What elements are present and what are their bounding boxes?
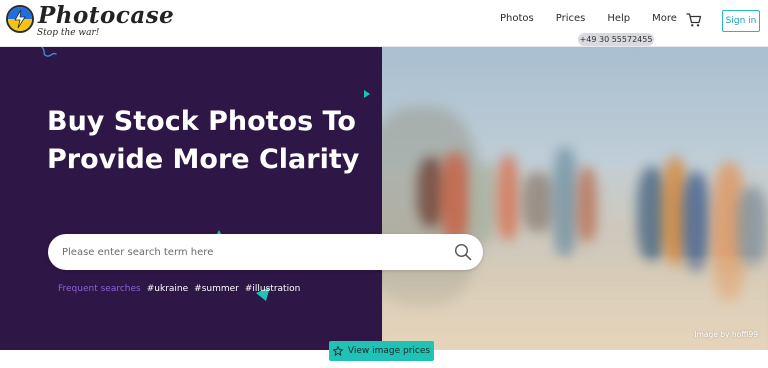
hero-image: Image by hoffi99 <box>382 47 768 350</box>
triangle-decoration <box>364 90 370 98</box>
tag-link[interactable]: #summer <box>194 284 239 294</box>
tag-link[interactable]: #illustration <box>245 284 300 294</box>
squiggle-decoration <box>41 47 57 57</box>
search-bar <box>48 234 483 270</box>
star-icon <box>332 346 343 356</box>
brand-name: Photocase <box>38 2 175 29</box>
image-credit[interactable]: Image by hoffi99 <box>694 330 758 339</box>
cart-icon[interactable] <box>686 12 702 28</box>
hero-headline: Buy Stock Photos To Provide More Clarity <box>47 106 360 175</box>
frequent-searches-label: Frequent searches <box>58 284 141 294</box>
signin-button[interactable]: Sign in <box>722 10 760 32</box>
lightning-icon <box>6 5 34 33</box>
nav-more[interactable]: More <box>652 13 677 24</box>
brand-tagline: Stop the war! <box>37 28 100 38</box>
view-image-prices-label: View image prices <box>347 346 431 356</box>
search-icon[interactable] <box>454 243 472 261</box>
search-input[interactable] <box>60 245 440 259</box>
phone-number[interactable]: +49 30 55572455 <box>578 33 654 46</box>
frequent-searches: Frequent searches #ukraine #summer #illu… <box>58 284 300 294</box>
view-image-prices-button[interactable]: View image prices <box>329 341 434 361</box>
nav-photos[interactable]: Photos <box>500 13 534 24</box>
logo[interactable]: Photocase Stop the war! <box>6 4 174 44</box>
nav-prices[interactable]: Prices <box>556 13 586 24</box>
tag-link[interactable]: #ukraine <box>147 284 188 294</box>
nav-help[interactable]: Help <box>607 13 630 24</box>
hero-panel <box>0 47 382 350</box>
main-nav: Photos Prices Help More <box>500 13 699 24</box>
